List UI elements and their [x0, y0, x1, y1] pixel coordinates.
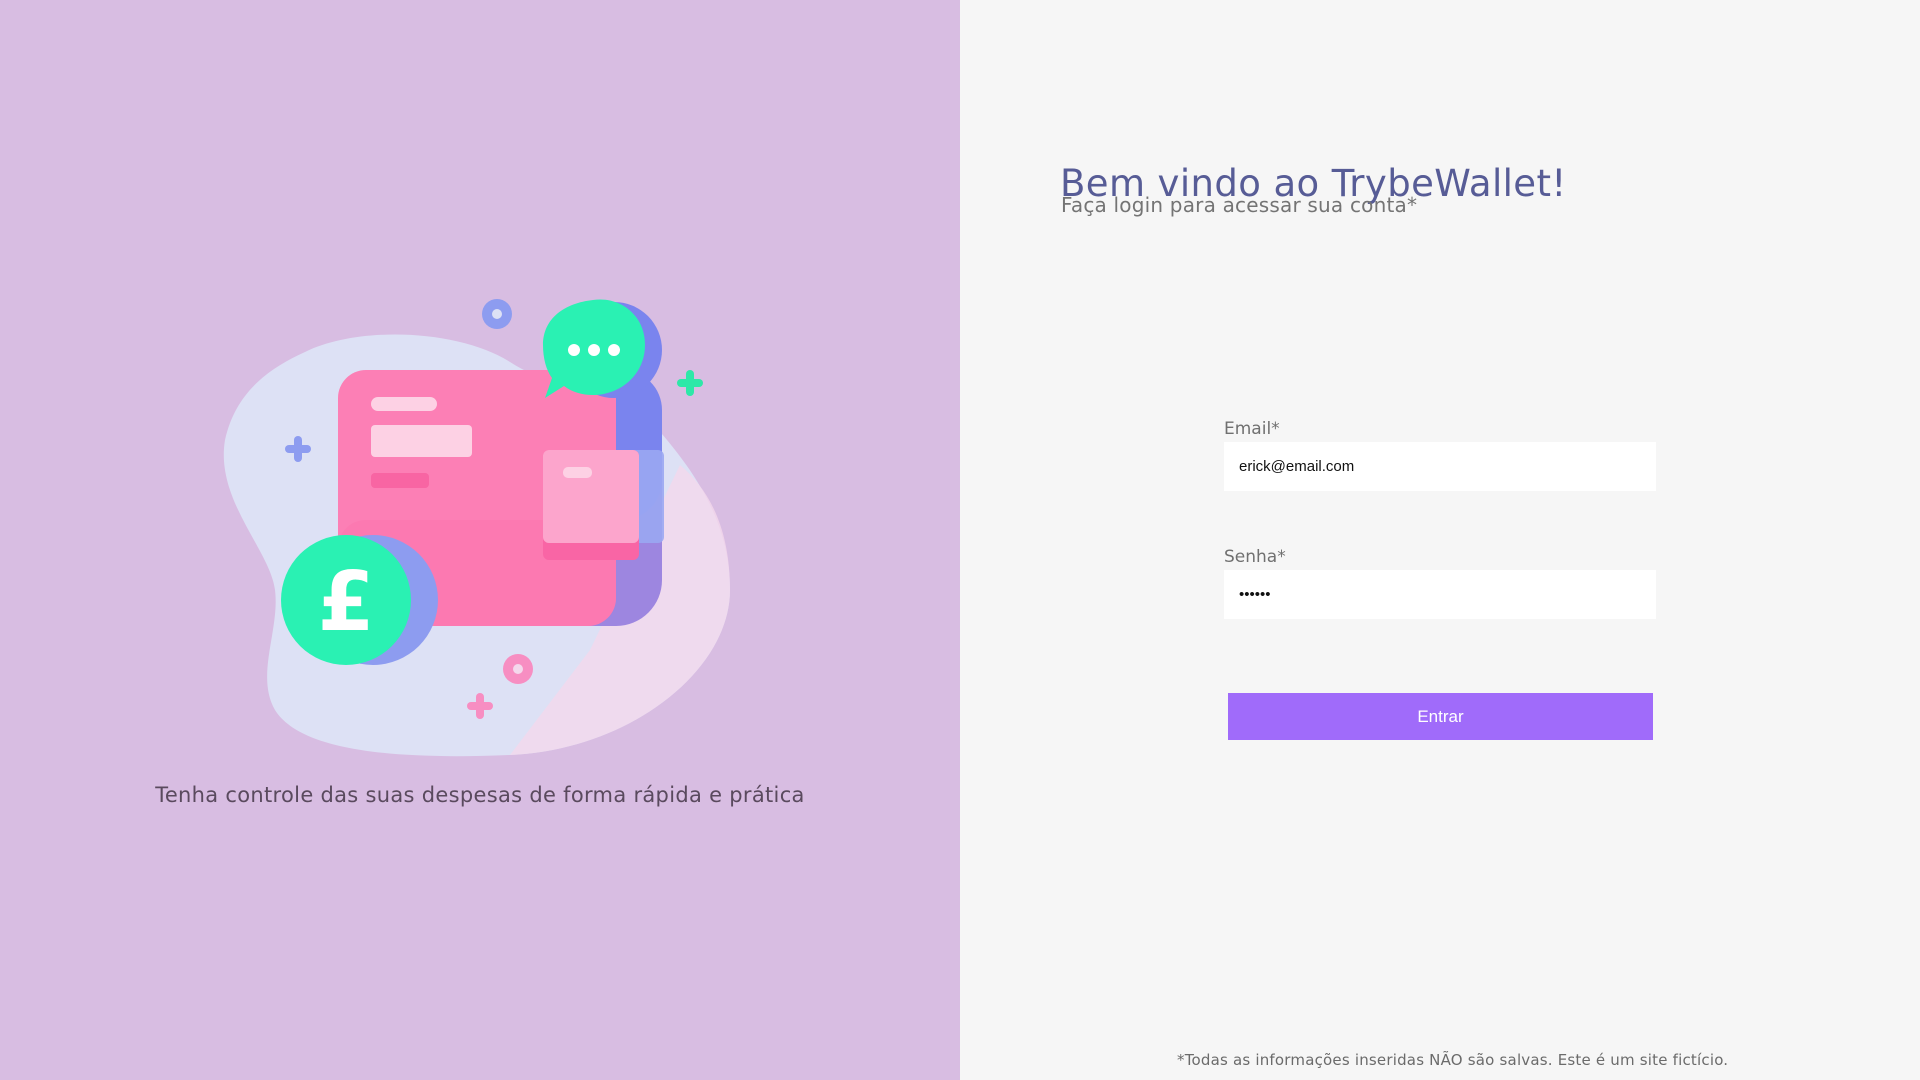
left-promo-panel: £ Tenha controle das suas despesas de fo… [0, 0, 960, 1080]
pound-glyph: £ [317, 555, 374, 650]
chat-dot-1 [568, 344, 580, 356]
wallet-illustration-icon: £ [223, 299, 730, 757]
email-label: Email* [1224, 419, 1280, 439]
card-line-2 [371, 425, 472, 457]
tagline-text: Tenha controle das suas despesas de form… [155, 783, 805, 807]
password-label: Senha* [1224, 547, 1286, 567]
card-line-3 [371, 473, 429, 488]
password-field[interactable] [1224, 570, 1656, 619]
decor-dot-blue-center [492, 309, 502, 319]
decor-dot-pink-center [513, 664, 523, 674]
card-pocket-front [543, 450, 639, 543]
login-page: £ Tenha controle das suas despesas de fo… [0, 0, 1920, 1080]
disclaimer-label: *Todas as informações inseridas NÃO são … [1177, 1051, 1729, 1069]
chat-dot-3 [608, 344, 620, 356]
email-field[interactable] [1224, 442, 1656, 491]
card-pocket-tab [563, 467, 592, 478]
card-line-1 [371, 397, 437, 411]
login-form-panel: Bem vindo ao TrybeWallet! Faça login par… [960, 0, 1920, 1080]
chat-dot-2 [588, 344, 600, 356]
page-subtitle: Faça login para acessar sua conta* [1061, 193, 1418, 217]
decor-plus-green [677, 370, 703, 396]
login-button[interactable]: Entrar [1228, 693, 1653, 740]
